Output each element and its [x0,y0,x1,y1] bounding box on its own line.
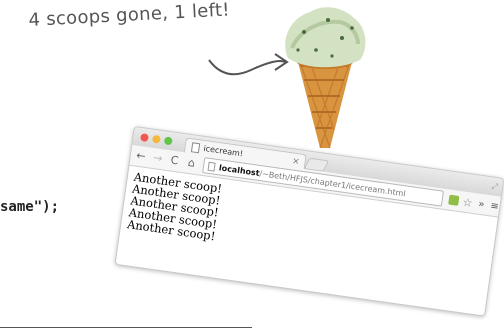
tab-close-icon[interactable]: × [291,156,300,167]
overflow-button[interactable]: » [478,198,486,210]
ice-cream-cone-icon [285,7,366,149]
extension-icon[interactable] [448,194,460,206]
forward-button[interactable]: → [149,148,166,170]
browser-window: icecream! × ⤢ ← → C ⌂ localhost/~Beth/HF… [114,126,504,317]
close-window-button[interactable] [139,133,150,143]
maximize-window-button[interactable] [163,136,173,146]
handwritten-annotation: 4 scoops gone, 1 left! [28,0,231,31]
minimize-window-button[interactable] [151,134,161,144]
resize-icon[interactable]: ⤢ [491,181,499,192]
code-fragment: same"); [0,199,60,215]
back-button[interactable]: ← [133,145,150,167]
divider-line [0,327,252,328]
menu-icon[interactable]: ≡ [490,200,500,212]
home-button[interactable]: ⌂ [183,152,200,174]
page-icon [207,161,216,172]
reload-button[interactable]: C [166,150,183,172]
url-host: localhost [218,162,261,178]
star-icon[interactable]: ☆ [462,195,474,209]
page-icon [190,141,201,153]
